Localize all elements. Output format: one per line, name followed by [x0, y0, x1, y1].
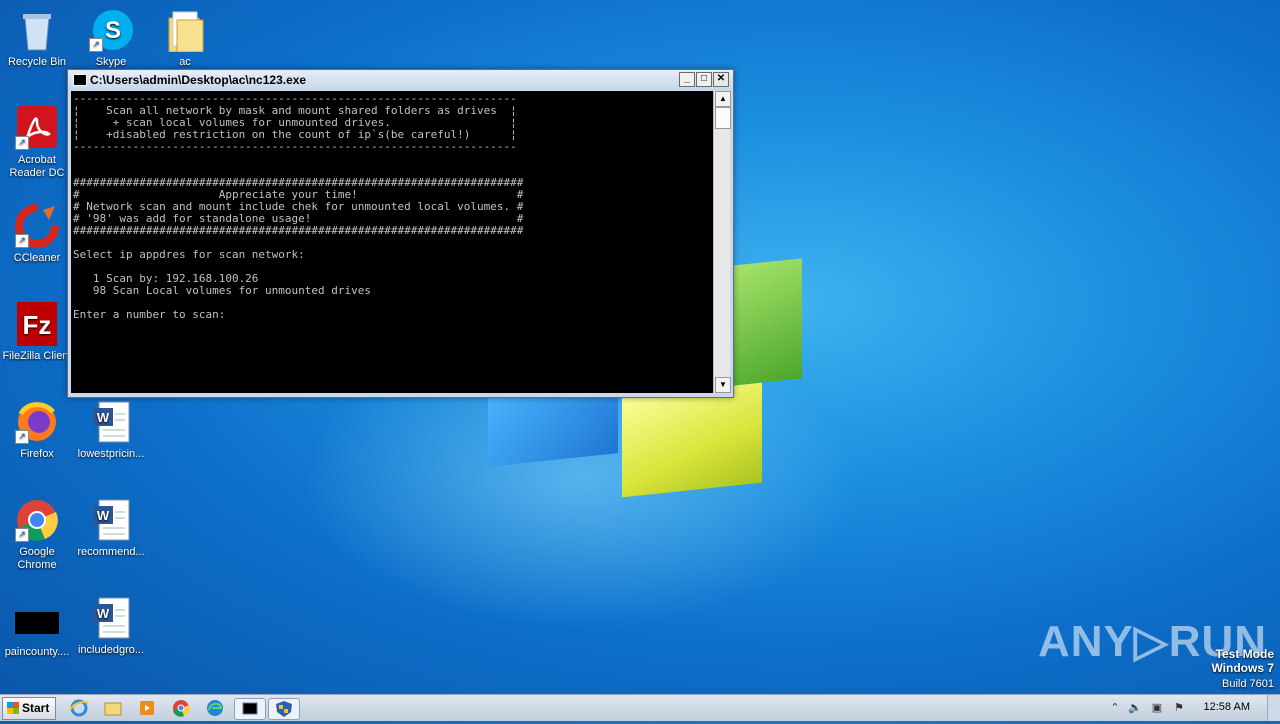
desktop-icon-chrome[interactable]: ↗ Google Chrome — [0, 498, 74, 572]
folder-icon — [163, 8, 207, 53]
skype-icon: S ↗ — [89, 8, 133, 52]
taskbar-media-player-icon[interactable] — [136, 698, 158, 718]
desktop-icon-label: paincounty.... — [4, 646, 70, 658]
desktop-icon-label: includedgro... — [77, 644, 145, 656]
desktop-icon-filezilla[interactable]: Fz FileZilla Client — [0, 302, 74, 363]
filezilla-icon: Fz — [15, 302, 59, 346]
desktop-icon-label: lowestpricin... — [77, 448, 145, 460]
recycle-bin-icon — [15, 8, 59, 52]
desktop-icon-label: Skype — [95, 56, 127, 68]
taskbar: Start ⌃ 🔈 ▣ ⚑ 12:58 AM — [0, 694, 1280, 721]
system-tray: ⌃ 🔈 ▣ ⚑ 12:58 AM — [1102, 695, 1280, 721]
word-document-icon: W — [89, 400, 133, 444]
taskbar-ie-icon[interactable] — [68, 698, 90, 718]
wallpaper-logo-green — [732, 258, 802, 386]
desktop-icon-label: FileZilla Client — [2, 350, 72, 362]
tray-expand-icon[interactable]: ⌃ — [1108, 701, 1122, 715]
test-mode-label: Test Mode — [1215, 647, 1274, 661]
taskbar-console-button[interactable] — [234, 698, 266, 720]
desktop-icon-firefox[interactable]: ↗ Firefox — [0, 400, 74, 461]
desktop-icon-recycle-bin[interactable]: Recycle Bin — [0, 8, 74, 69]
svg-text:S: S — [105, 17, 121, 44]
desktop-icon-ccleaner[interactable]: ↗ CCleaner — [0, 204, 74, 265]
build-label: Build 7601 — [1222, 678, 1274, 690]
svg-text:W: W — [97, 508, 110, 523]
desktop-icon-label: Firefox — [20, 448, 54, 460]
show-desktop-button[interactable] — [1267, 695, 1280, 721]
desktop-icon-label: Google Chrome — [17, 546, 57, 571]
svg-text:W: W — [97, 410, 110, 425]
scroll-down-arrow-icon[interactable]: ▼ — [715, 377, 731, 393]
desktop-icon-label: Recycle Bin — [7, 56, 67, 68]
chrome-icon: ↗ — [15, 498, 59, 542]
taskbar-chrome-icon[interactable] — [170, 698, 192, 718]
word-document-icon: W — [89, 498, 133, 542]
firefox-icon: ↗ — [15, 400, 59, 444]
desktop-icon-acrobat[interactable]: ↗ Acrobat Reader DC — [0, 106, 74, 180]
console-output: ----------------------------------------… — [73, 92, 524, 321]
start-button[interactable]: Start — [2, 697, 56, 720]
blank-file-icon — [15, 606, 61, 642]
taskbar-explorer-icon[interactable] — [102, 698, 124, 718]
tray-network-icon[interactable]: ▣ — [1150, 701, 1164, 715]
console-titlebar[interactable]: C:\Users\admin\Desktop\ac\nc123.exe _ □ … — [68, 70, 733, 90]
svg-text:W: W — [97, 606, 110, 621]
desktop-icon-lowestpricing-doc[interactable]: W lowestpricin... — [74, 400, 148, 461]
word-document-icon: W — [89, 596, 133, 640]
acrobat-icon: ↗ — [15, 106, 59, 150]
tray-speaker-icon[interactable]: 🔈 — [1128, 701, 1142, 715]
console-title: C:\Users\admin\Desktop\ac\nc123.exe — [90, 73, 307, 87]
console-app-icon — [73, 74, 87, 86]
ccleaner-icon: ↗ — [15, 204, 59, 248]
desktop-icon-paincounty[interactable]: paincounty.... — [0, 606, 74, 659]
maximize-button[interactable]: □ — [696, 72, 712, 87]
desktop-icon-label: recommend... — [77, 546, 145, 558]
desktop-icon-ac-folder[interactable]: ac — [148, 8, 222, 69]
desktop-icon-label: ac — [179, 56, 191, 68]
desktop-icon-skype[interactable]: S ↗ Skype — [74, 8, 148, 69]
console-window[interactable]: C:\Users\admin\Desktop\ac\nc123.exe _ □ … — [67, 69, 734, 398]
svg-text:Fz: Fz — [23, 310, 52, 340]
tray-action-center-flag-icon[interactable]: ⚑ — [1172, 701, 1186, 715]
close-button[interactable]: ✕ — [713, 72, 729, 87]
start-label: Start — [22, 701, 50, 715]
taskbar-edge-icon[interactable] — [204, 698, 226, 718]
desktop-icon-includedgro-doc[interactable]: W includedgro... — [74, 596, 148, 657]
desktop-icon-label: CCleaner — [13, 252, 61, 264]
windows-logo-icon — [7, 702, 19, 714]
scroll-thumb[interactable] — [715, 107, 731, 129]
taskbar-shield-button[interactable] — [268, 698, 300, 720]
wallpaper-logo-yellow — [622, 382, 762, 498]
taskbar-clock[interactable]: 12:58 AM — [1204, 701, 1250, 713]
windows-version-label: Windows 7 — [1211, 661, 1274, 675]
scroll-up-arrow-icon[interactable]: ▲ — [715, 91, 731, 107]
minimize-button[interactable]: _ — [679, 72, 695, 87]
desktop-icon-recommend-doc[interactable]: W recommend... — [74, 498, 148, 559]
console-screen[interactable]: ----------------------------------------… — [71, 91, 713, 393]
desktop-icon-label: Acrobat Reader DC — [9, 154, 65, 179]
console-scrollbar[interactable]: ▲ ▼ — [713, 91, 731, 393]
